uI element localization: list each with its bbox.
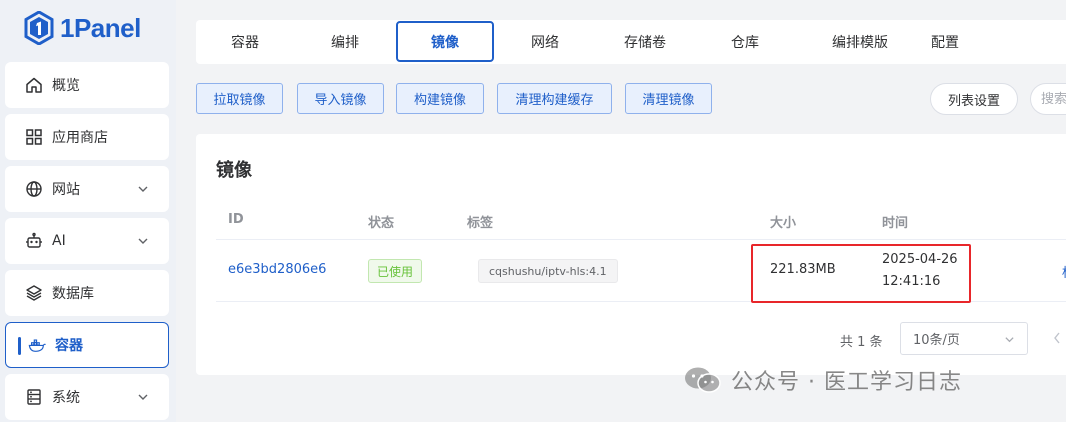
container-tabs: 容器 编排 镜像 网络 存储卷 仓库 编排模版 配置 [196, 20, 1066, 64]
sidebar-item-containers[interactable]: 容器 [5, 322, 169, 368]
sidebar-item-label: 网站 [52, 182, 80, 198]
globe-icon [25, 180, 43, 198]
logo-text: 1Panel [60, 12, 141, 43]
robot-icon [25, 232, 43, 250]
import-image-button[interactable]: 导入镜像 [297, 83, 384, 114]
sidebar-item-websites[interactable]: 网站 [5, 166, 169, 212]
sidebar-item-label: 应用商店 [52, 130, 108, 146]
chevron-down-icon [138, 394, 148, 400]
sidebar-item-ai[interactable]: AI [5, 218, 169, 264]
sidebar-item-databases[interactable]: 数据库 [5, 270, 169, 316]
grid-icon [25, 128, 43, 146]
tab-config[interactable]: 配置 [896, 20, 994, 64]
tab-containers[interactable]: 容器 [196, 20, 294, 64]
image-size: 221.83MB [770, 262, 836, 277]
clear-images-button[interactable]: 清理镜像 [625, 83, 712, 114]
table-row: e6e3bd2806e6 已使用 cqshushu/iptv-hls:4.1 2… [216, 240, 1066, 302]
chevron-down-icon [1005, 337, 1014, 343]
tab-repositories[interactable]: 仓库 [696, 20, 794, 64]
table-header: ID 状态 标签 大小 时间 [216, 200, 1066, 240]
watermark: 公众号 · 医工学习日志 [683, 362, 962, 398]
tab-compose[interactable]: 编排 [296, 20, 394, 64]
server-icon [25, 388, 43, 406]
image-tag: cqshushu/iptv-hls:4.1 [478, 259, 618, 283]
image-created-clock: 12:41:16 [882, 274, 941, 289]
docker-icon [28, 336, 46, 354]
app-logo[interactable]: 1Panel [24, 10, 141, 46]
watermark-text: 公众号 · 医工学习日志 [731, 370, 962, 395]
column-header-time[interactable]: 时间 [882, 212, 908, 231]
column-header-tags[interactable]: 标签 [467, 212, 493, 231]
tab-compose-templates[interactable]: 编排模版 [811, 20, 909, 64]
row-action-link[interactable]: 标 [1062, 262, 1066, 281]
sidebar-item-system[interactable]: 系统 [5, 374, 169, 420]
tab-images[interactable]: 镜像 [396, 21, 494, 62]
sidebar-item-label: 概览 [52, 78, 80, 94]
sidebar-item-overview[interactable]: 概览 [5, 62, 169, 108]
pagination-total: 共 1 条 [840, 335, 883, 350]
clear-build-cache-button[interactable]: 清理构建缓存 [497, 83, 612, 114]
pull-image-button[interactable]: 拉取镜像 [196, 83, 283, 114]
sidebar-item-label: AI [52, 233, 66, 249]
tab-volumes[interactable]: 存储卷 [596, 20, 694, 64]
page-size-value: 10条/页 [913, 333, 960, 348]
wechat-icon [685, 367, 721, 393]
column-header-status[interactable]: 状态 [368, 212, 394, 231]
chevron-down-icon [138, 238, 148, 244]
layers-icon [25, 284, 43, 302]
image-created-time: 2025-04-26 12:41:16 [882, 249, 958, 293]
chevron-down-icon [138, 186, 148, 192]
sidebar: 1Panel 概览 应用商店 网站 AI 数据库 容器 系统 [0, 0, 176, 422]
search-input[interactable] [1030, 83, 1066, 115]
active-indicator [18, 337, 21, 355]
image-created-date: 2025-04-26 [882, 252, 958, 267]
sidebar-item-app-store[interactable]: 应用商店 [5, 114, 169, 160]
home-icon [25, 76, 43, 94]
sidebar-item-label: 数据库 [52, 286, 94, 302]
column-header-id[interactable]: ID [228, 212, 244, 227]
prev-page-icon[interactable] [1052, 331, 1062, 345]
page-size-select[interactable]: 10条/页 [900, 322, 1028, 355]
column-settings-button[interactable]: 列表设置 [930, 83, 1018, 115]
status-badge: 已使用 [368, 259, 423, 283]
column-header-size[interactable]: 大小 [770, 212, 796, 231]
logo-hexagon-icon [24, 11, 54, 45]
sidebar-item-label: 系统 [52, 390, 80, 406]
card-title: 镜像 [216, 160, 252, 181]
image-id-link[interactable]: e6e3bd2806e6 [228, 262, 326, 277]
build-image-button[interactable]: 构建镜像 [396, 83, 484, 114]
sidebar-item-label: 容器 [55, 338, 83, 354]
tab-networks[interactable]: 网络 [496, 20, 594, 64]
